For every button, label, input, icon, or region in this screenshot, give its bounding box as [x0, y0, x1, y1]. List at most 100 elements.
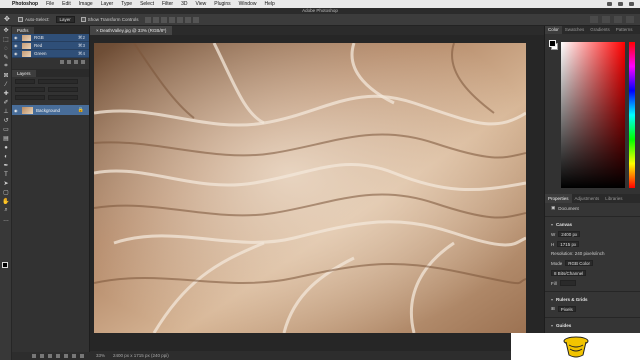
eye-icon[interactable]: ◉ — [14, 51, 19, 56]
search-icon[interactable] — [618, 2, 623, 6]
rulers-unit-dropdown[interactable]: Pixels — [557, 306, 576, 312]
type-tool-icon[interactable]: T — [0, 170, 12, 179]
delete-channel-icon[interactable] — [81, 59, 85, 64]
layer-filter-icons[interactable] — [38, 79, 78, 84]
tab-paths[interactable]: Paths — [12, 27, 34, 34]
rulers-section[interactable]: ▾ Rulers & Grids — [545, 295, 640, 304]
gradient-icon[interactable]: ▤ — [0, 134, 12, 143]
lock-options[interactable] — [15, 95, 45, 100]
move-tool-icon[interactable]: ✥ — [0, 26, 12, 35]
tab-color[interactable]: Color — [545, 26, 562, 34]
foreground-color-swatch[interactable] — [2, 262, 8, 268]
rectangle-tool-icon[interactable]: ▢ — [0, 188, 12, 197]
fx-icon[interactable] — [40, 354, 44, 358]
share-icon[interactable] — [626, 16, 634, 23]
align-left-icon[interactable] — [144, 16, 151, 23]
dodge-tool-icon[interactable]: ◐ — [0, 152, 12, 161]
new-channel-icon[interactable] — [74, 59, 78, 64]
hand-tool-icon[interactable]: ✋ — [0, 197, 12, 206]
channel-row[interactable]: ◉ RGB ⌘2 — [12, 34, 89, 42]
menu-app-name[interactable]: Photoshop — [12, 1, 38, 7]
tab-properties[interactable]: Properties — [545, 194, 572, 203]
save-selection-icon[interactable] — [67, 59, 71, 64]
chevron-down-icon[interactable]: ▾ — [551, 297, 553, 302]
menu-file[interactable]: File — [46, 1, 54, 7]
auto-select-toggle[interactable]: Auto-Select: — [18, 17, 50, 23]
brush-tool-icon[interactable]: ✐ — [0, 98, 12, 107]
menu-window[interactable]: Window — [239, 1, 257, 7]
tab-gradients[interactable]: Gradients — [587, 26, 613, 34]
eye-icon[interactable]: ◉ — [14, 35, 19, 40]
menu-layer[interactable]: Layer — [101, 1, 114, 7]
mode-dropdown[interactable]: RGB Color — [565, 260, 594, 266]
layer-filter-dropdown[interactable] — [15, 79, 35, 84]
history-brush-icon[interactable]: ↺ — [0, 116, 12, 125]
fill-dropdown[interactable] — [559, 280, 576, 286]
eye-icon[interactable]: ◉ — [14, 43, 19, 48]
more-tools-icon[interactable]: … — [0, 215, 12, 224]
lasso-tool-icon[interactable]: ◌ — [0, 44, 12, 53]
path-select-icon[interactable]: ➤ — [0, 179, 12, 188]
document-info[interactable]: 2400 px x 1715 px (240 ppi) — [113, 351, 169, 360]
tab-libraries[interactable]: Libraries — [602, 194, 625, 203]
menu-view[interactable]: View — [196, 1, 207, 7]
opacity-field[interactable] — [48, 87, 78, 92]
menu-help[interactable]: Help — [264, 1, 274, 7]
foreground-color-chip[interactable] — [549, 40, 556, 47]
adjustment-icon[interactable] — [56, 354, 60, 358]
transform-controls-toggle[interactable]: Show Transform Controls — [80, 17, 139, 23]
document-tab[interactable]: × DeathValley.jpg @ 33% (RGB/8*) — [90, 26, 173, 35]
auto-select-checkbox[interactable] — [18, 17, 23, 23]
eyedropper-icon[interactable]: ⁄ — [0, 80, 12, 89]
trash-icon[interactable] — [80, 354, 84, 358]
group-icon[interactable] — [64, 354, 68, 358]
bit-depth-dropdown[interactable]: 8 Bits/Channel — [551, 270, 587, 276]
tab-swatches[interactable]: Swatches — [562, 26, 588, 34]
control-center-icon[interactable] — [629, 2, 634, 6]
tab-patterns[interactable]: Patterns — [613, 26, 636, 34]
menu-type[interactable]: Type — [121, 1, 132, 7]
chevron-down-icon[interactable]: ▾ — [551, 222, 553, 227]
menu-3d[interactable]: 3D — [181, 1, 187, 7]
color-picker-field[interactable] — [561, 42, 625, 188]
quick-select-icon[interactable]: ✎ — [0, 53, 12, 62]
zoom-level[interactable]: 33% — [96, 351, 105, 360]
healing-brush-icon[interactable]: ✚ — [0, 89, 12, 98]
frame-tool-icon[interactable]: ⊠ — [0, 71, 12, 80]
height-field[interactable]: 1715 px — [557, 241, 580, 247]
channel-row[interactable]: ◉ Green ⌘4 — [12, 50, 89, 58]
guides-section[interactable]: ▾ Guides — [545, 321, 640, 330]
channel-row[interactable]: ◉ Red ⌘3 — [12, 42, 89, 50]
align-middle-icon[interactable] — [176, 16, 183, 23]
menu-image[interactable]: Image — [79, 1, 93, 7]
hue-slider[interactable] — [629, 42, 635, 188]
transform-checkbox[interactable] — [80, 17, 86, 23]
zoom-tool-icon[interactable]: ⌕ — [0, 206, 12, 215]
menu-select[interactable]: Select — [140, 1, 154, 7]
fill-field[interactable] — [48, 95, 78, 100]
align-center-icon[interactable] — [152, 16, 159, 23]
clone-stamp-icon[interactable]: ⊥ — [0, 107, 12, 116]
wifi-icon[interactable] — [607, 2, 612, 6]
layer-row[interactable]: ◉ Background 🔒 — [12, 105, 89, 115]
link-layers-icon[interactable] — [32, 354, 36, 358]
tab-layers[interactable]: Layers — [12, 70, 36, 77]
tab-adjustments[interactable]: Adjustments — [572, 194, 603, 203]
pen-tool-icon[interactable]: ✒ — [0, 161, 12, 170]
3d-mode-icon[interactable] — [590, 16, 598, 23]
eye-icon[interactable]: ◉ — [14, 108, 19, 113]
canvas-section[interactable]: ▾ Canvas — [545, 220, 640, 229]
width-field[interactable]: 2400 px — [558, 231, 581, 237]
marquee-tool-icon[interactable]: ⬚ — [0, 35, 12, 44]
search-tool-icon[interactable] — [602, 16, 610, 23]
menu-filter[interactable]: Filter — [162, 1, 173, 7]
align-bottom-icon[interactable] — [184, 16, 191, 23]
auto-select-dropdown[interactable]: Layer — [55, 16, 75, 23]
menu-edit[interactable]: Edit — [62, 1, 71, 7]
blend-mode-dropdown[interactable] — [15, 87, 45, 92]
new-layer-icon[interactable] — [72, 354, 76, 358]
menu-plugins[interactable]: Plugins — [214, 1, 230, 7]
blur-tool-icon[interactable]: ● — [0, 143, 12, 152]
canvas-image[interactable] — [94, 43, 526, 333]
crop-tool-icon[interactable]: ⌗ — [0, 62, 12, 71]
